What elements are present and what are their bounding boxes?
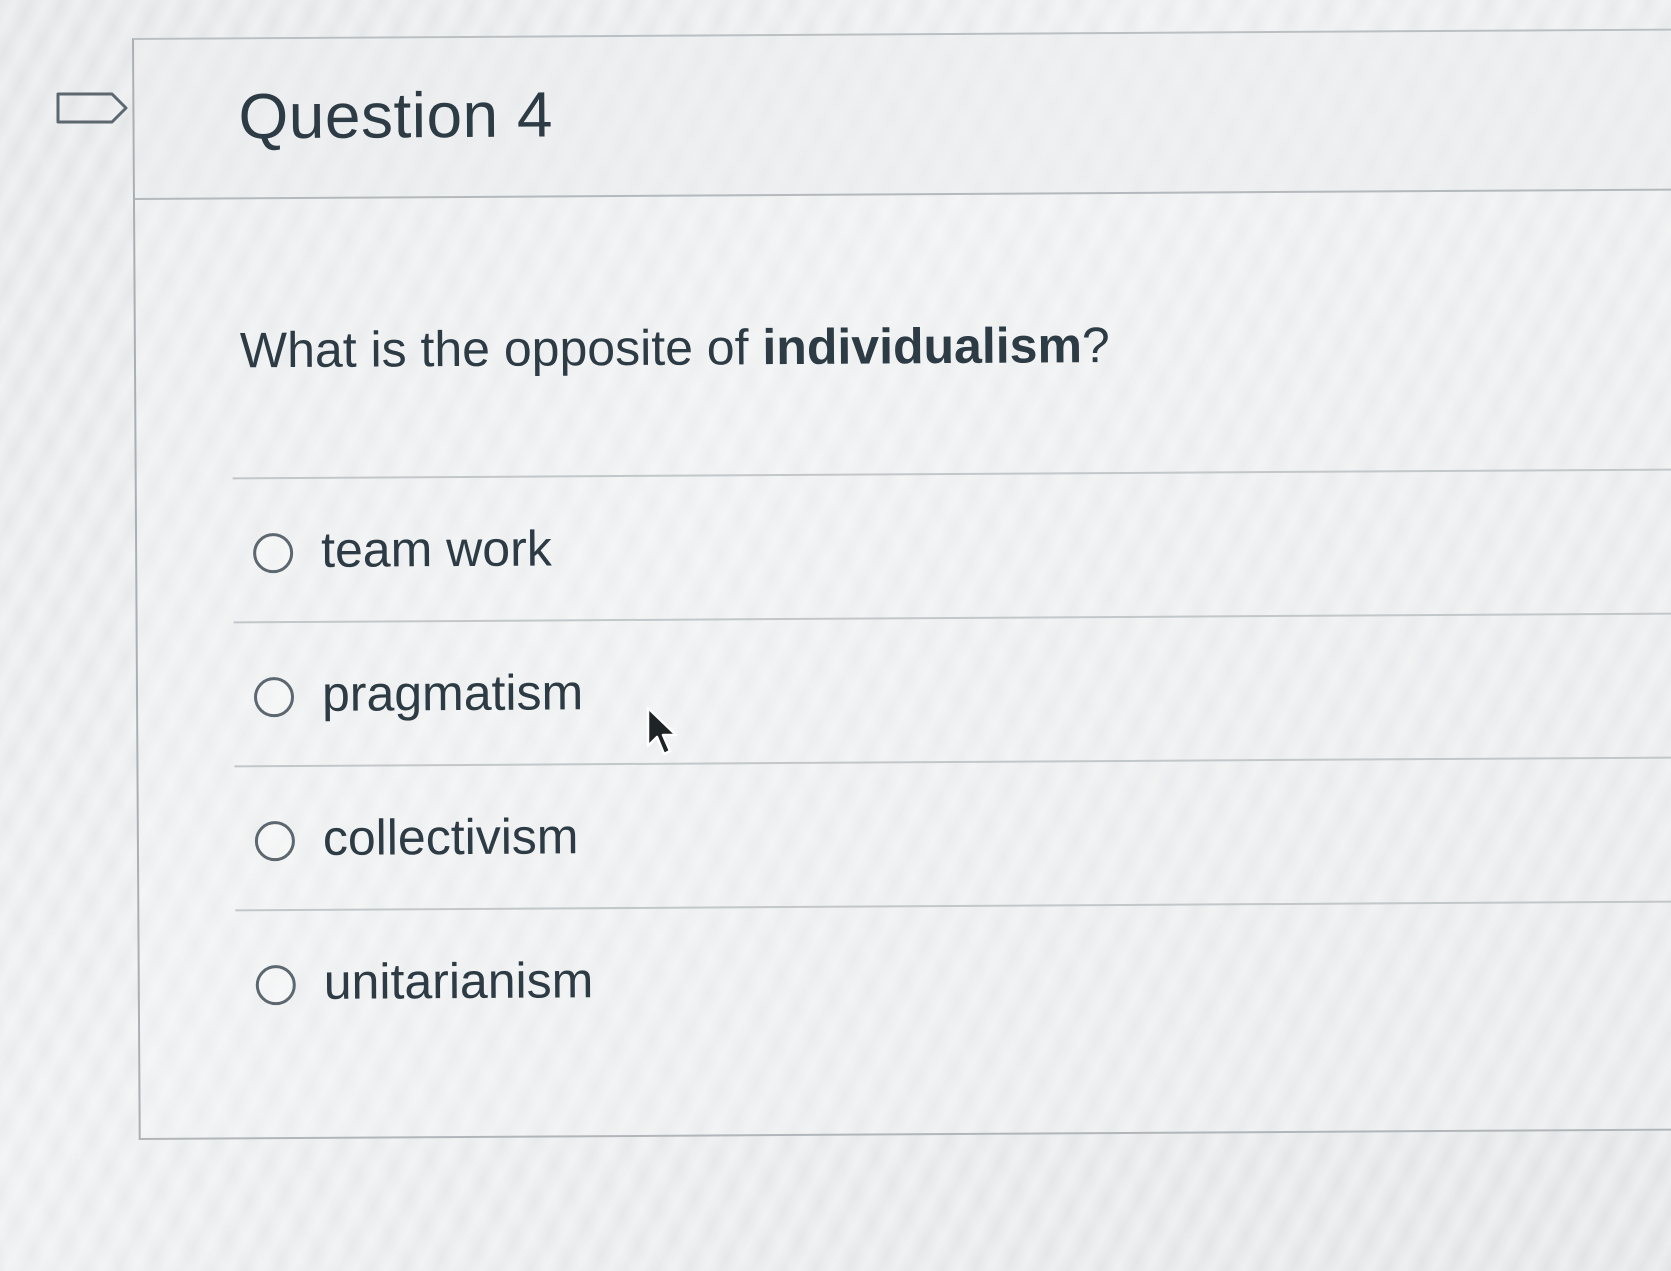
question-text-emphasis: individualism [762,317,1083,376]
answer-option-team-work[interactable]: team work [232,468,1671,622]
answer-option-collectivism[interactable]: collectivism [234,756,1671,910]
radio-button[interactable] [253,533,294,574]
answer-label[interactable]: collectivism [323,807,579,867]
flag-question-icon[interactable] [56,92,128,124]
answer-label[interactable]: unitarianism [324,951,594,1011]
answer-option-unitarianism[interactable]: unitarianism [235,900,1671,1054]
question-text-prefix: What is the opposite of [239,319,763,379]
answer-list: team work pragmatism collectivism unitar… [232,468,1671,1054]
radio-button[interactable] [253,677,295,718]
question-text: What is the opposite of individualism? [240,316,1110,379]
answer-label[interactable]: pragmatism [322,663,584,723]
question-card: Question 4 What is the opposite of indiv… [132,28,1671,1140]
answer-option-pragmatism[interactable]: pragmatism [233,612,1671,766]
question-title: Question 4 [238,78,554,153]
question-header: Question 4 [134,30,1671,200]
answer-label[interactable]: team work [321,519,552,578]
radio-button[interactable] [255,965,296,1006]
radio-button[interactable] [254,821,296,862]
mouse-pointer-icon [646,706,678,756]
question-text-suffix: ? [1081,317,1110,374]
